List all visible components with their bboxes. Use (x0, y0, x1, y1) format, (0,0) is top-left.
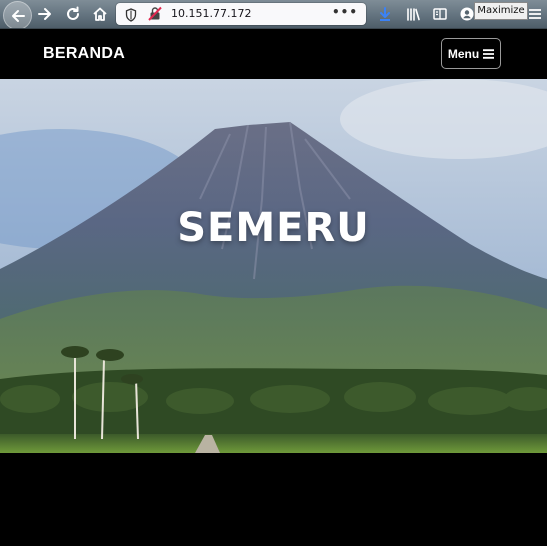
forward-button[interactable] (33, 3, 57, 25)
library-icon (407, 8, 420, 21)
forward-arrow-icon (38, 8, 51, 20)
mountain-photo (0, 79, 547, 453)
brand-link[interactable]: BERANDA (43, 45, 125, 63)
maximize-tooltip: Maximize (474, 2, 528, 20)
reload-button[interactable] (61, 3, 85, 25)
home-button[interactable] (88, 3, 112, 25)
home-icon (93, 7, 107, 21)
back-button[interactable] (3, 1, 32, 30)
page-actions-button[interactable]: ••• (332, 5, 358, 19)
library-button[interactable] (401, 3, 425, 25)
menu-button[interactable]: Menu (441, 38, 501, 69)
insecure-lock-icon[interactable] (148, 6, 162, 25)
hero-title: SEMERU (177, 205, 370, 251)
download-icon (380, 7, 390, 21)
hero-section: SEMERU (0, 79, 547, 453)
downloads-button[interactable] (373, 3, 397, 25)
reader-view-icon (433, 8, 447, 20)
site-navbar: BERANDA Menu (0, 29, 547, 79)
sidebar-button[interactable] (428, 3, 452, 25)
browser-toolbar: 10.151.77.172 ••• Maximize (0, 0, 547, 30)
back-arrow-icon (11, 9, 25, 22)
shield-icon[interactable] (125, 7, 137, 26)
reload-icon (67, 6, 79, 20)
hamburger-icon (483, 48, 495, 59)
menu-label: Menu (447, 46, 480, 61)
page-background (0, 453, 547, 546)
url-text[interactable]: 10.151.77.172 (171, 7, 251, 20)
account-icon (460, 7, 474, 21)
address-bar[interactable]: 10.151.77.172 ••• (116, 3, 366, 25)
hamburger-icon (529, 9, 541, 19)
